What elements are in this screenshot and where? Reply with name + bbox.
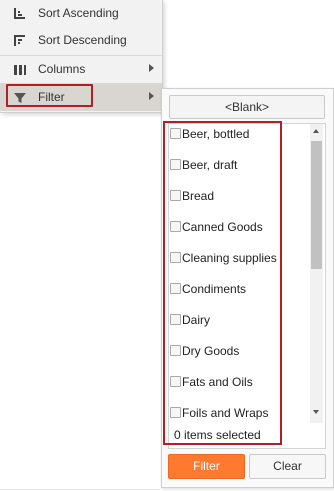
blank-filter-button[interactable]: <Blank> <box>169 95 325 119</box>
scroll-down-icon[interactable] <box>313 410 319 414</box>
columns-icon <box>14 65 26 75</box>
filter-item-highlight <box>6 84 93 107</box>
scrollbar-thumb[interactable] <box>311 141 322 269</box>
submenu-arrow-icon <box>149 92 154 100</box>
options-highlight <box>163 121 282 445</box>
grid-line <box>0 489 160 490</box>
menu-item-label: Sort Descending <box>38 33 127 47</box>
apply-filter-button[interactable]: Filter <box>168 454 245 479</box>
clear-filter-button[interactable]: Clear <box>249 454 326 479</box>
menu-item-sort-descending[interactable]: Sort Descending <box>0 27 162 54</box>
menu-item-label: Columns <box>38 62 86 76</box>
scroll-up-icon[interactable] <box>313 129 319 133</box>
submenu-arrow-icon <box>149 64 154 72</box>
menu-item-columns[interactable]: Columns <box>0 56 162 83</box>
sort-descending-icon <box>14 35 25 46</box>
column-context-menu: Sort Ascending Sort Descending Columns F… <box>0 0 163 113</box>
sort-ascending-icon <box>14 8 25 19</box>
menu-item-sort-ascending[interactable]: Sort Ascending <box>0 0 162 27</box>
menu-item-label: Sort Ascending <box>38 6 119 20</box>
